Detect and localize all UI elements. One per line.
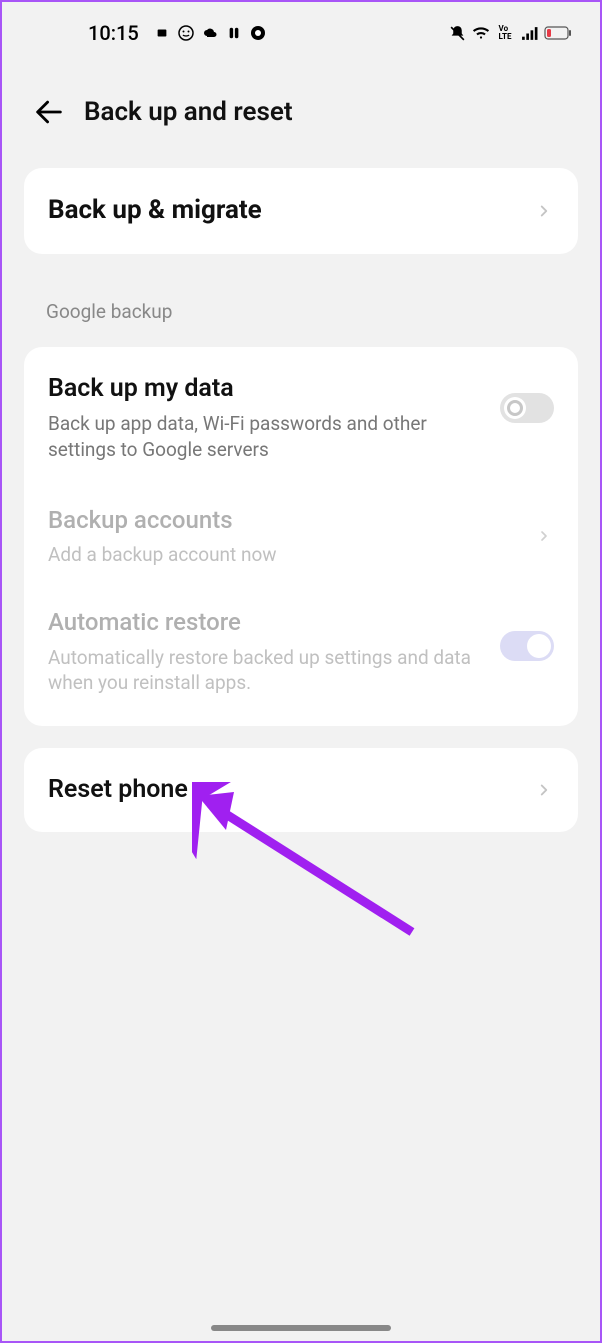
google-backup-section-label: Google backup (2, 264, 600, 337)
google-backup-card: Back up my data Back up app data, Wi-Fi … (24, 347, 578, 726)
backup-migrate-row[interactable]: Back up & migrate (24, 168, 578, 254)
status-icons-left (153, 24, 267, 42)
face-icon (177, 24, 195, 42)
chevron-right-icon (534, 526, 554, 546)
backup-migrate-label: Back up & migrate (48, 194, 524, 228)
reset-phone-label: Reset phone (48, 774, 524, 807)
backup-my-data-sub: Back up app data, Wi-Fi passwords and ot… (48, 411, 490, 462)
backup-accounts-row[interactable]: Backup accounts Add a backup account now (24, 493, 578, 590)
backup-my-data-row[interactable]: Back up my data Back up app data, Wi-Fi … (24, 347, 578, 493)
cloud-icon (201, 24, 219, 42)
automatic-restore-title: Automatic restore (48, 607, 490, 638)
signal-icon (520, 24, 538, 42)
chevron-right-icon (534, 780, 554, 800)
automatic-restore-sub: Automatically restore backed up settings… (48, 645, 490, 696)
volte-icon: VoLTE (496, 24, 514, 42)
wifi-icon (472, 24, 490, 42)
back-button[interactable] (32, 96, 70, 128)
mute-icon (448, 24, 466, 42)
double-bar-icon (225, 24, 243, 42)
chevron-right-icon (534, 201, 554, 221)
battery-icon (544, 24, 572, 42)
page-header: Back up and reset (2, 56, 600, 158)
circle-icon (249, 24, 267, 42)
backup-accounts-title: Backup accounts (48, 505, 524, 536)
backup-my-data-toggle[interactable] (500, 393, 554, 423)
automatic-restore-toggle[interactable] (500, 631, 554, 661)
reset-phone-row[interactable]: Reset phone (24, 748, 578, 833)
automatic-restore-row[interactable]: Automatic restore Automatically restore … (24, 589, 578, 725)
status-bar: 10:15 VoLTE (2, 2, 600, 56)
charging-icon (153, 24, 171, 42)
backup-my-data-title: Back up my data (48, 373, 490, 406)
page-title: Back up and reset (84, 97, 293, 127)
nav-bar-indicator[interactable] (211, 1325, 391, 1331)
status-left: 10:15 (30, 21, 267, 45)
reset-phone-card: Reset phone (24, 748, 578, 833)
backup-migrate-card: Back up & migrate (24, 168, 578, 254)
status-right: VoLTE (448, 24, 572, 42)
backup-accounts-sub: Add a backup account now (48, 542, 524, 568)
status-time: 10:15 (88, 21, 139, 45)
